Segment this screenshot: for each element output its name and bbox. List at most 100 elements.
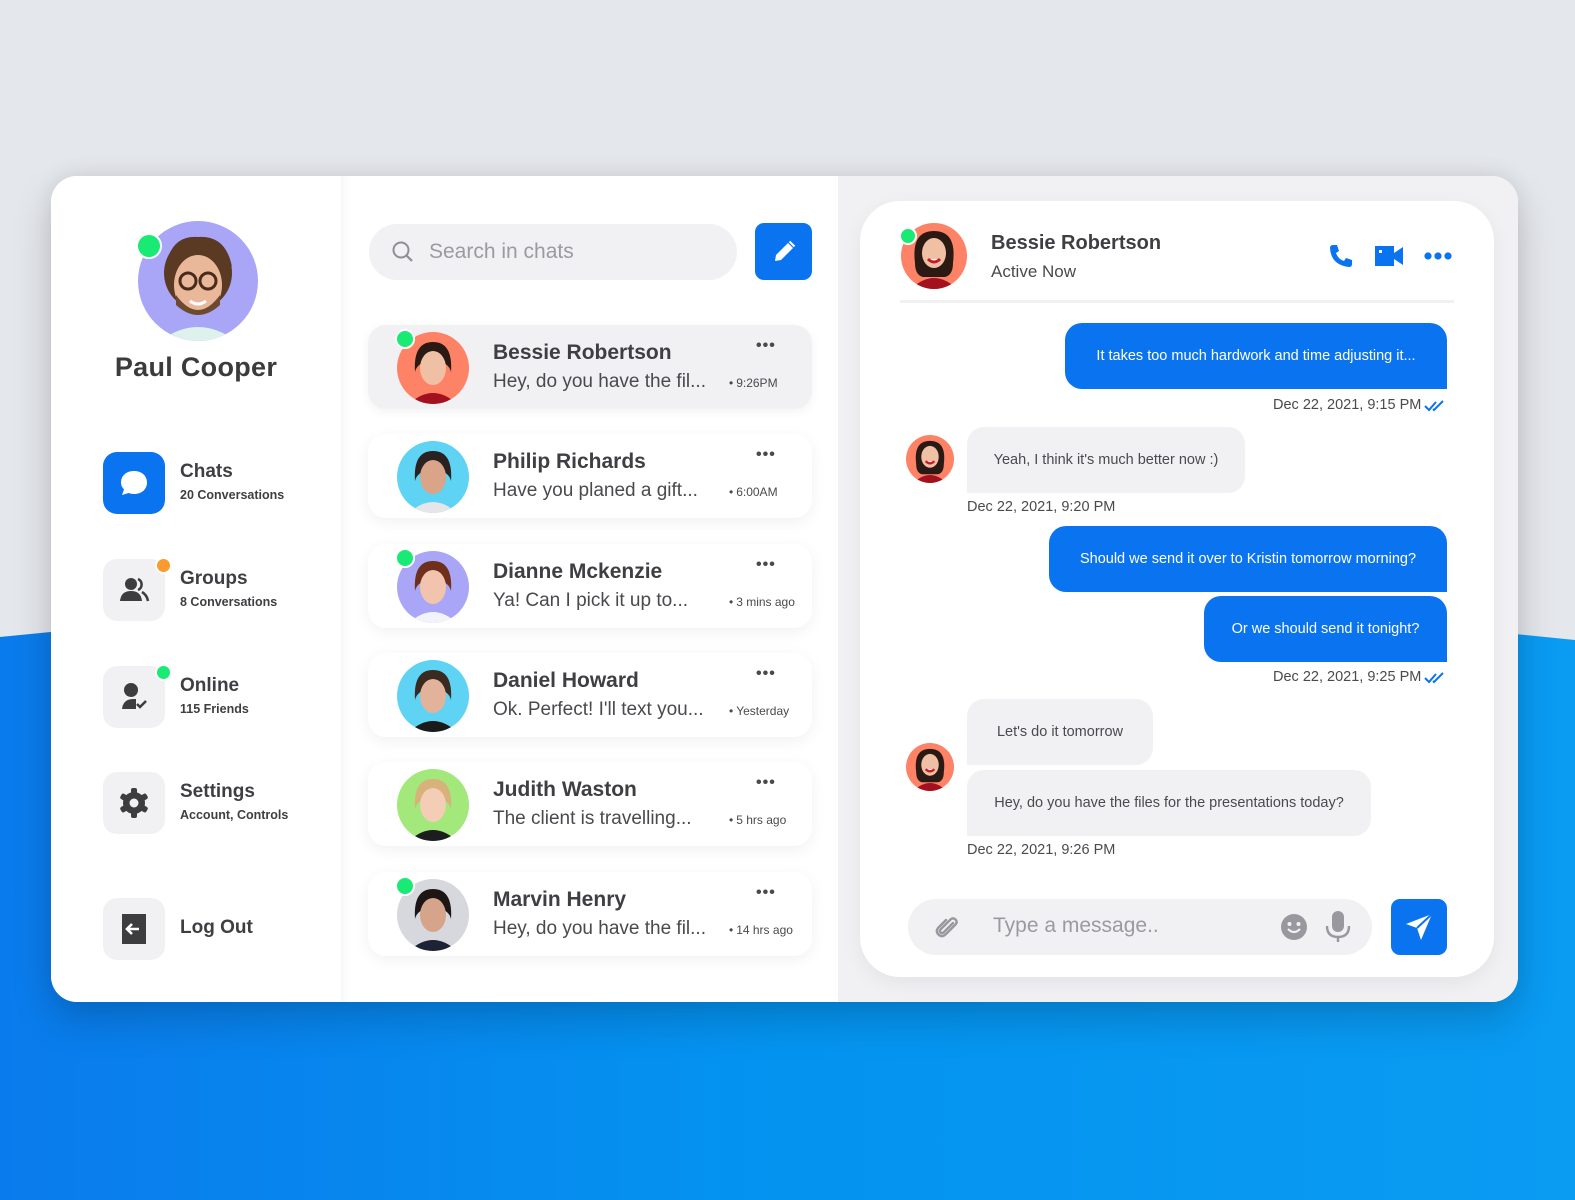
message-incoming[interactable]: Yeah, I think it's much better now :) (967, 427, 1245, 493)
sender-avatar (906, 743, 954, 791)
online-indicator (395, 548, 415, 568)
message-outgoing[interactable]: Should we send it over to Kristin tomorr… (1049, 526, 1447, 592)
chat-name: Judith Waston (493, 778, 637, 801)
sidebar-item-settings[interactable]: Settings Account, Controls (103, 772, 333, 834)
video-call-button[interactable] (1373, 241, 1405, 271)
contact-photo-icon (913, 440, 947, 483)
message-outgoing[interactable]: Or we should send it tonight? (1204, 596, 1447, 662)
chat-time: 5 hrs ago (729, 813, 786, 827)
pencil-icon (774, 240, 795, 261)
chat-preview: Have you planed a gift... (493, 480, 698, 501)
nav-icon-box (103, 898, 165, 960)
chat-more-button[interactable]: ••• (756, 556, 776, 574)
search-input[interactable]: Search in chats (369, 224, 737, 280)
contact-status: Active Now (991, 262, 1077, 281)
nav-subtitle: 8 Conversations (180, 595, 278, 609)
chat-more-button[interactable]: ••• (756, 665, 776, 683)
chat-bubble-icon (121, 471, 147, 495)
chat-list-item[interactable]: Bessie Robertson Hey, do you have the fil… (368, 325, 812, 409)
message-incoming[interactable]: Hey, do you have the files for the prese… (967, 770, 1371, 836)
message-timestamp: Dec 22, 2021, 9:25 PM (1273, 669, 1422, 685)
gear-icon (120, 788, 148, 818)
message-text: Let's do it tomorrow (996, 724, 1124, 740)
chat-time: 6:00AM (729, 485, 777, 499)
online-indicator (395, 876, 415, 896)
send-icon (1406, 913, 1433, 940)
chat-list-item[interactable]: Marvin Henry Hey, do you have the fil... •… (368, 872, 812, 956)
sender-avatar (906, 435, 954, 483)
nav-icon-box (103, 772, 165, 834)
conversation-more-button[interactable] (1423, 241, 1453, 271)
chat-time: 14 hrs ago (729, 923, 793, 937)
nav-icon-box (103, 452, 165, 514)
chat-avatar (397, 769, 469, 841)
contact-photo-icon (409, 451, 457, 513)
nav-subtitle: Account, Controls (180, 808, 289, 822)
attachment-icon[interactable] (934, 914, 960, 940)
chat-more-button[interactable]: ••• (756, 446, 776, 464)
chat-app-window: Paul Cooper Chats 20 Conversations Group… (51, 176, 1518, 1002)
conversation-panel: Bessie Robertson Active Now It takes too… (838, 176, 1518, 1002)
emoji-icon[interactable] (1280, 913, 1308, 941)
chat-avatar (397, 660, 469, 732)
more-icon (1424, 252, 1452, 260)
message-input[interactable]: Type a message.. (908, 899, 1372, 955)
sidebar: Paul Cooper Chats 20 Conversations Group… (51, 176, 341, 1002)
sidebar-item-chats[interactable]: Chats 20 Conversations (103, 452, 333, 514)
chat-preview: Ya! Can I pick it up to... (493, 590, 689, 611)
profile-name: Paul Cooper (114, 352, 278, 382)
chat-more-button[interactable]: ••• (756, 774, 776, 792)
message-incoming[interactable]: Let's do it tomorrow (967, 699, 1153, 765)
video-icon (1375, 246, 1403, 266)
read-receipt-icon (1424, 400, 1444, 412)
chat-list-item[interactable]: Daniel Howard Ok. Perfect! I'll text you.… (368, 653, 812, 737)
chat-avatar (397, 441, 469, 513)
message-timestamp: Dec 22, 2021, 9:20 PM (967, 499, 1116, 515)
chat-time: Yesterday (729, 704, 789, 718)
nav-subtitle: 115 Friends (180, 702, 249, 716)
logout-button[interactable]: Log Out (103, 898, 333, 960)
sidebar-item-online[interactable]: Online 115 Friends (103, 664, 333, 728)
chat-list-item[interactable]: Philip Richards Have you planed a gift...… (368, 434, 812, 518)
message-text: Hey, do you have the files for the prese… (994, 795, 1344, 811)
message-placeholder: Type a message.. (993, 914, 1159, 937)
chat-preview: Hey, do you have the fil... (493, 918, 706, 939)
chat-time: 3 mins ago (729, 595, 795, 609)
contact-photo-icon (409, 670, 457, 732)
chat-list-panel: Search in chats Bessie Robertson Hey, do … (341, 176, 838, 1002)
contact-online-indicator (899, 227, 917, 245)
contact-name: Bessie Robertson (991, 232, 1162, 254)
microphone-icon[interactable] (1324, 909, 1352, 945)
contact-photo-icon (913, 748, 947, 791)
message-text: Or we should send it tonight? (1231, 621, 1420, 637)
groups-badge (155, 557, 172, 574)
chat-name: Bessie Robertson (493, 341, 672, 364)
compose-button[interactable] (755, 223, 812, 280)
chat-time: 9:26PM (729, 376, 777, 390)
logout-icon (122, 914, 146, 944)
chat-more-button[interactable]: ••• (756, 884, 776, 902)
search-icon (392, 241, 413, 262)
nav-title: Groups (180, 568, 248, 589)
send-button[interactable] (1391, 899, 1447, 955)
chat-list-item[interactable]: Judith Waston The client is travelling...… (368, 762, 812, 846)
contact-photo-icon (409, 779, 457, 841)
search-placeholder: Search in chats (429, 240, 574, 263)
chat-preview: Ok. Perfect! I'll text you... (493, 699, 704, 720)
conversation-card: Bessie Robertson Active Now It takes too… (860, 201, 1494, 977)
header-divider (900, 300, 1454, 303)
chat-list-item[interactable]: Dianne Mckenzie Ya! Can I pick it up to..… (368, 544, 812, 628)
nav-title: Settings (180, 781, 255, 802)
call-button[interactable] (1326, 241, 1356, 271)
chat-name: Marvin Henry (493, 888, 627, 911)
group-icon (120, 577, 150, 602)
phone-icon (1330, 245, 1352, 267)
chat-name: Dianne Mckenzie (493, 560, 663, 583)
nav-subtitle: 20 Conversations (180, 488, 285, 502)
chat-more-button[interactable]: ••• (756, 337, 776, 355)
message-text: Yeah, I think it's much better now :) (993, 452, 1219, 468)
message-outgoing[interactable]: It takes too much hardwork and time adju… (1065, 323, 1447, 389)
user-check-icon (122, 683, 147, 709)
sidebar-item-groups[interactable]: Groups 8 Conversations (103, 557, 333, 621)
online-badge (155, 664, 172, 681)
